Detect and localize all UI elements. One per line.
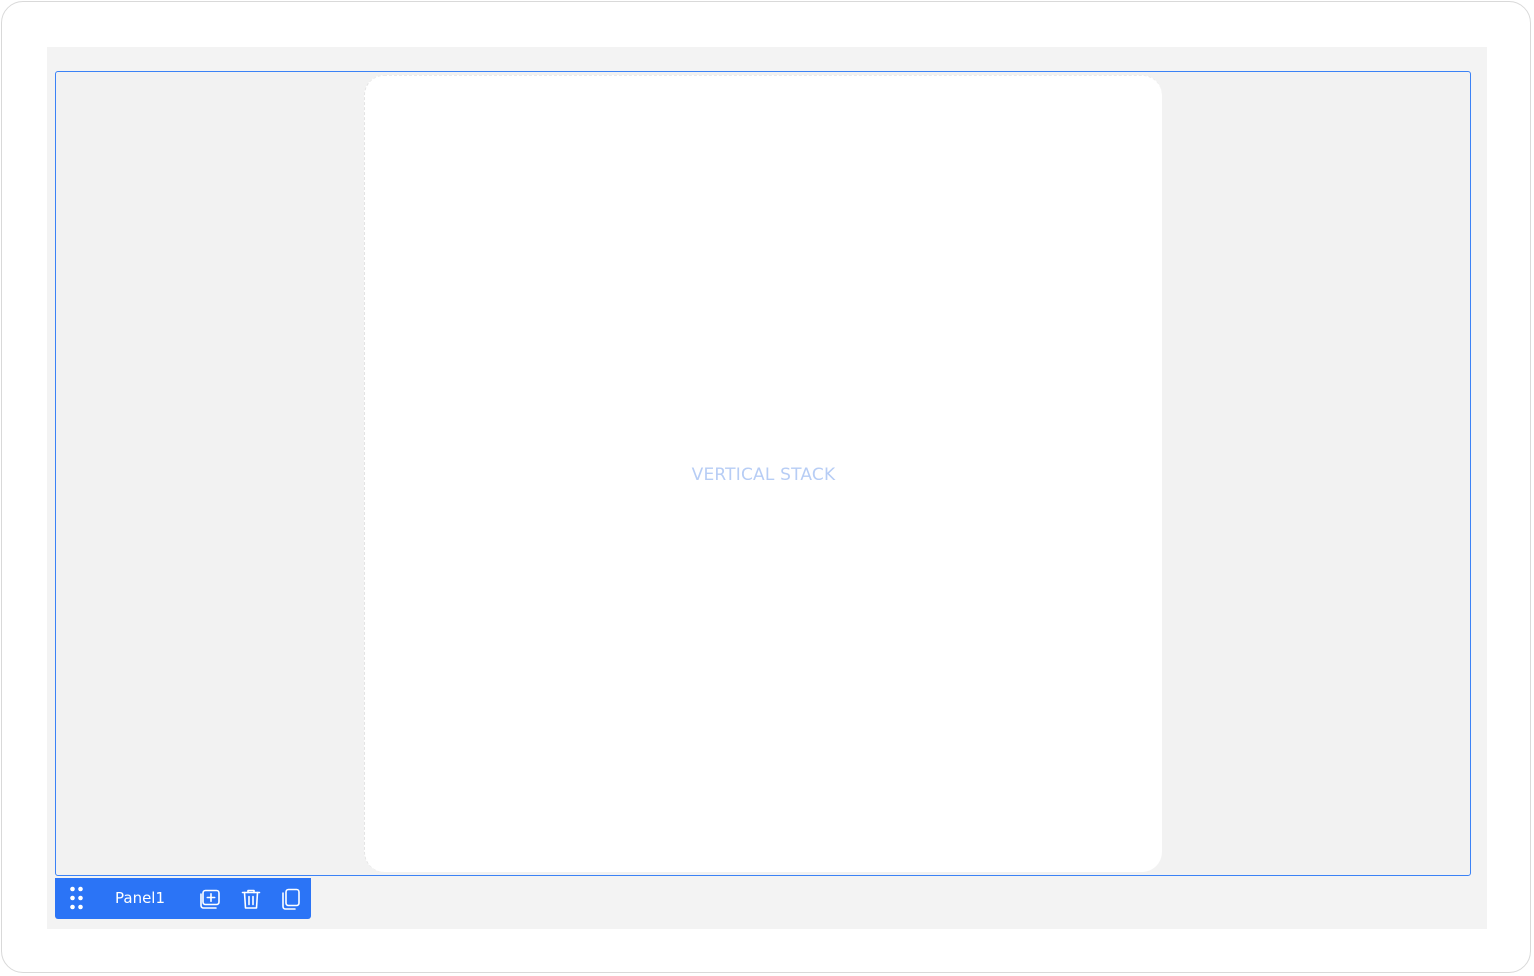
duplicate-icon[interactable] <box>279 887 303 911</box>
add-panel-icon[interactable] <box>198 887 222 911</box>
drag-handle-icon[interactable] <box>69 886 85 912</box>
vertical-stack-placeholder-label: VERTICAL STACK <box>691 465 836 485</box>
vertical-stack-container[interactable]: VERTICAL STACK <box>364 75 1162 872</box>
panel-toolbar: Panel1 <box>55 878 311 919</box>
panel-name-label: Panel1 <box>115 889 166 907</box>
trash-icon[interactable] <box>239 887 263 911</box>
